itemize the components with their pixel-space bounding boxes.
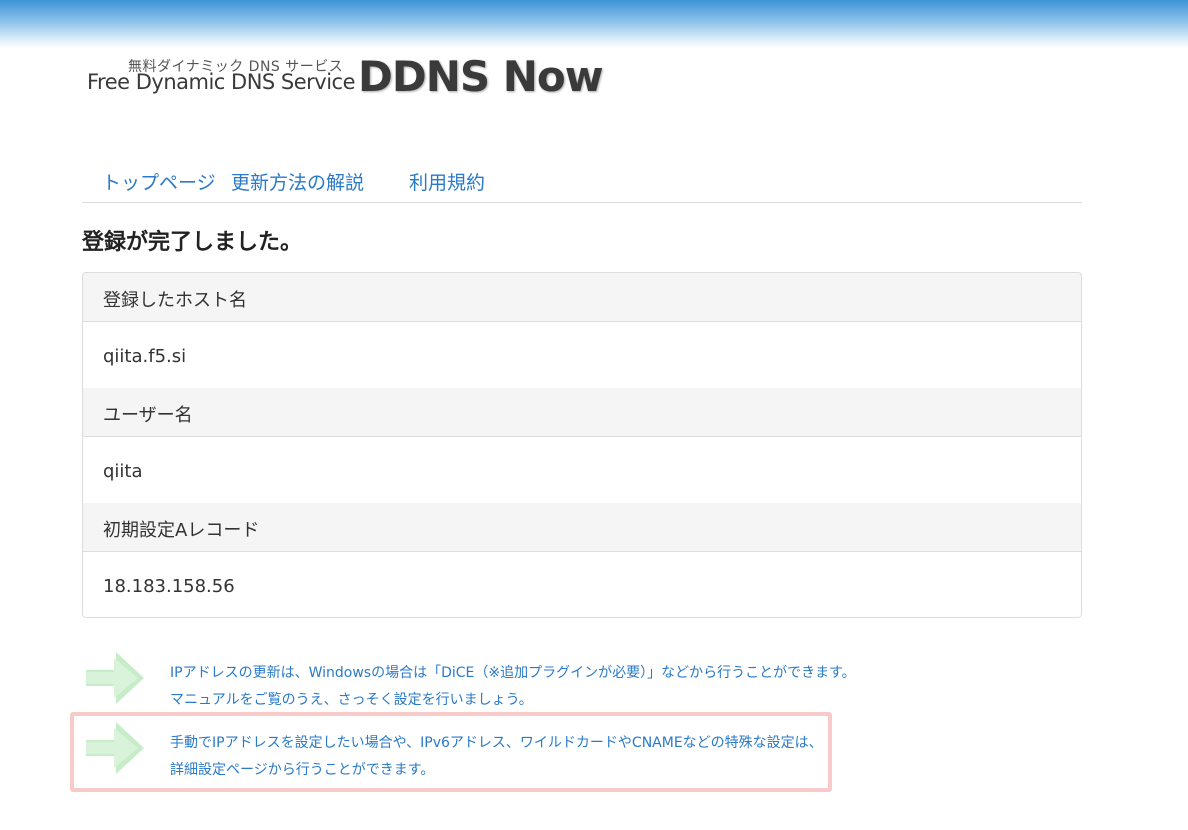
host-label-row: 登録したホスト名: [83, 273, 1081, 322]
note-1-line-2: マニュアルをご覧のうえ、さっそく設定を行いましょう。: [170, 692, 533, 708]
page-title: 登録が完了しました。: [82, 230, 303, 255]
arrow-right-icon: [86, 652, 144, 704]
logo-service-name: Free Dynamic DNS Service: [87, 70, 356, 94]
note-1-line-1: IPアドレスの更新は、Windowsの場合は「DiCE（※追加プラグインが必要）…: [170, 665, 856, 681]
nav-item-top-page[interactable]: トップページ: [102, 168, 216, 195]
site-logo[interactable]: 無料ダイナミック DNS サービス Free Dynamic DNS Servi…: [86, 52, 606, 102]
note-2-line-1: 手動でIPアドレスを設定したい場合や、IPv6アドレス、ワイルドカードやCNAM…: [170, 735, 823, 751]
note-2-line-2[interactable]: 詳細設定ページから行うことができます。: [170, 759, 434, 779]
arrow-right-icon: [86, 722, 144, 774]
record-label-row: 初期設定Aレコード: [83, 503, 1081, 552]
top-gradient-bar: [0, 0, 1188, 48]
main-nav: トップページ 更新方法の解説 利用規約: [82, 160, 1082, 203]
host-value-row: qiita.f5.si: [83, 322, 1081, 388]
user-value-row: qiita: [83, 437, 1081, 503]
nav-item-terms[interactable]: 利用規約: [409, 168, 485, 195]
logo-brand: DDNS Now: [358, 52, 604, 101]
host-value: qiita.f5.si: [103, 346, 187, 367]
record-value: 18.183.158.56: [103, 576, 235, 597]
host-label: 登録したホスト名: [103, 290, 247, 311]
nav-item-update-guide[interactable]: 更新方法の解説: [231, 168, 364, 195]
note-dice-plugin: IPアドレスの更新は、Windowsの場合は「DiCE（※追加プラグインが必要）…: [82, 648, 856, 710]
user-label: ユーザー名: [103, 405, 193, 426]
record-value-row: 18.183.158.56: [83, 552, 1081, 617]
registration-details-panel: 登録したホスト名 qiita.f5.si ユーザー名 qiita 初期設定Aレコ…: [82, 272, 1082, 618]
record-label: 初期設定Aレコード: [103, 520, 260, 541]
user-label-row: ユーザー名: [83, 388, 1081, 437]
user-value: qiita: [103, 461, 143, 482]
note-advanced-settings: 手動でIPアドレスを設定したい場合や、IPv6アドレス、ワイルドカードやCNAM…: [82, 718, 842, 780]
